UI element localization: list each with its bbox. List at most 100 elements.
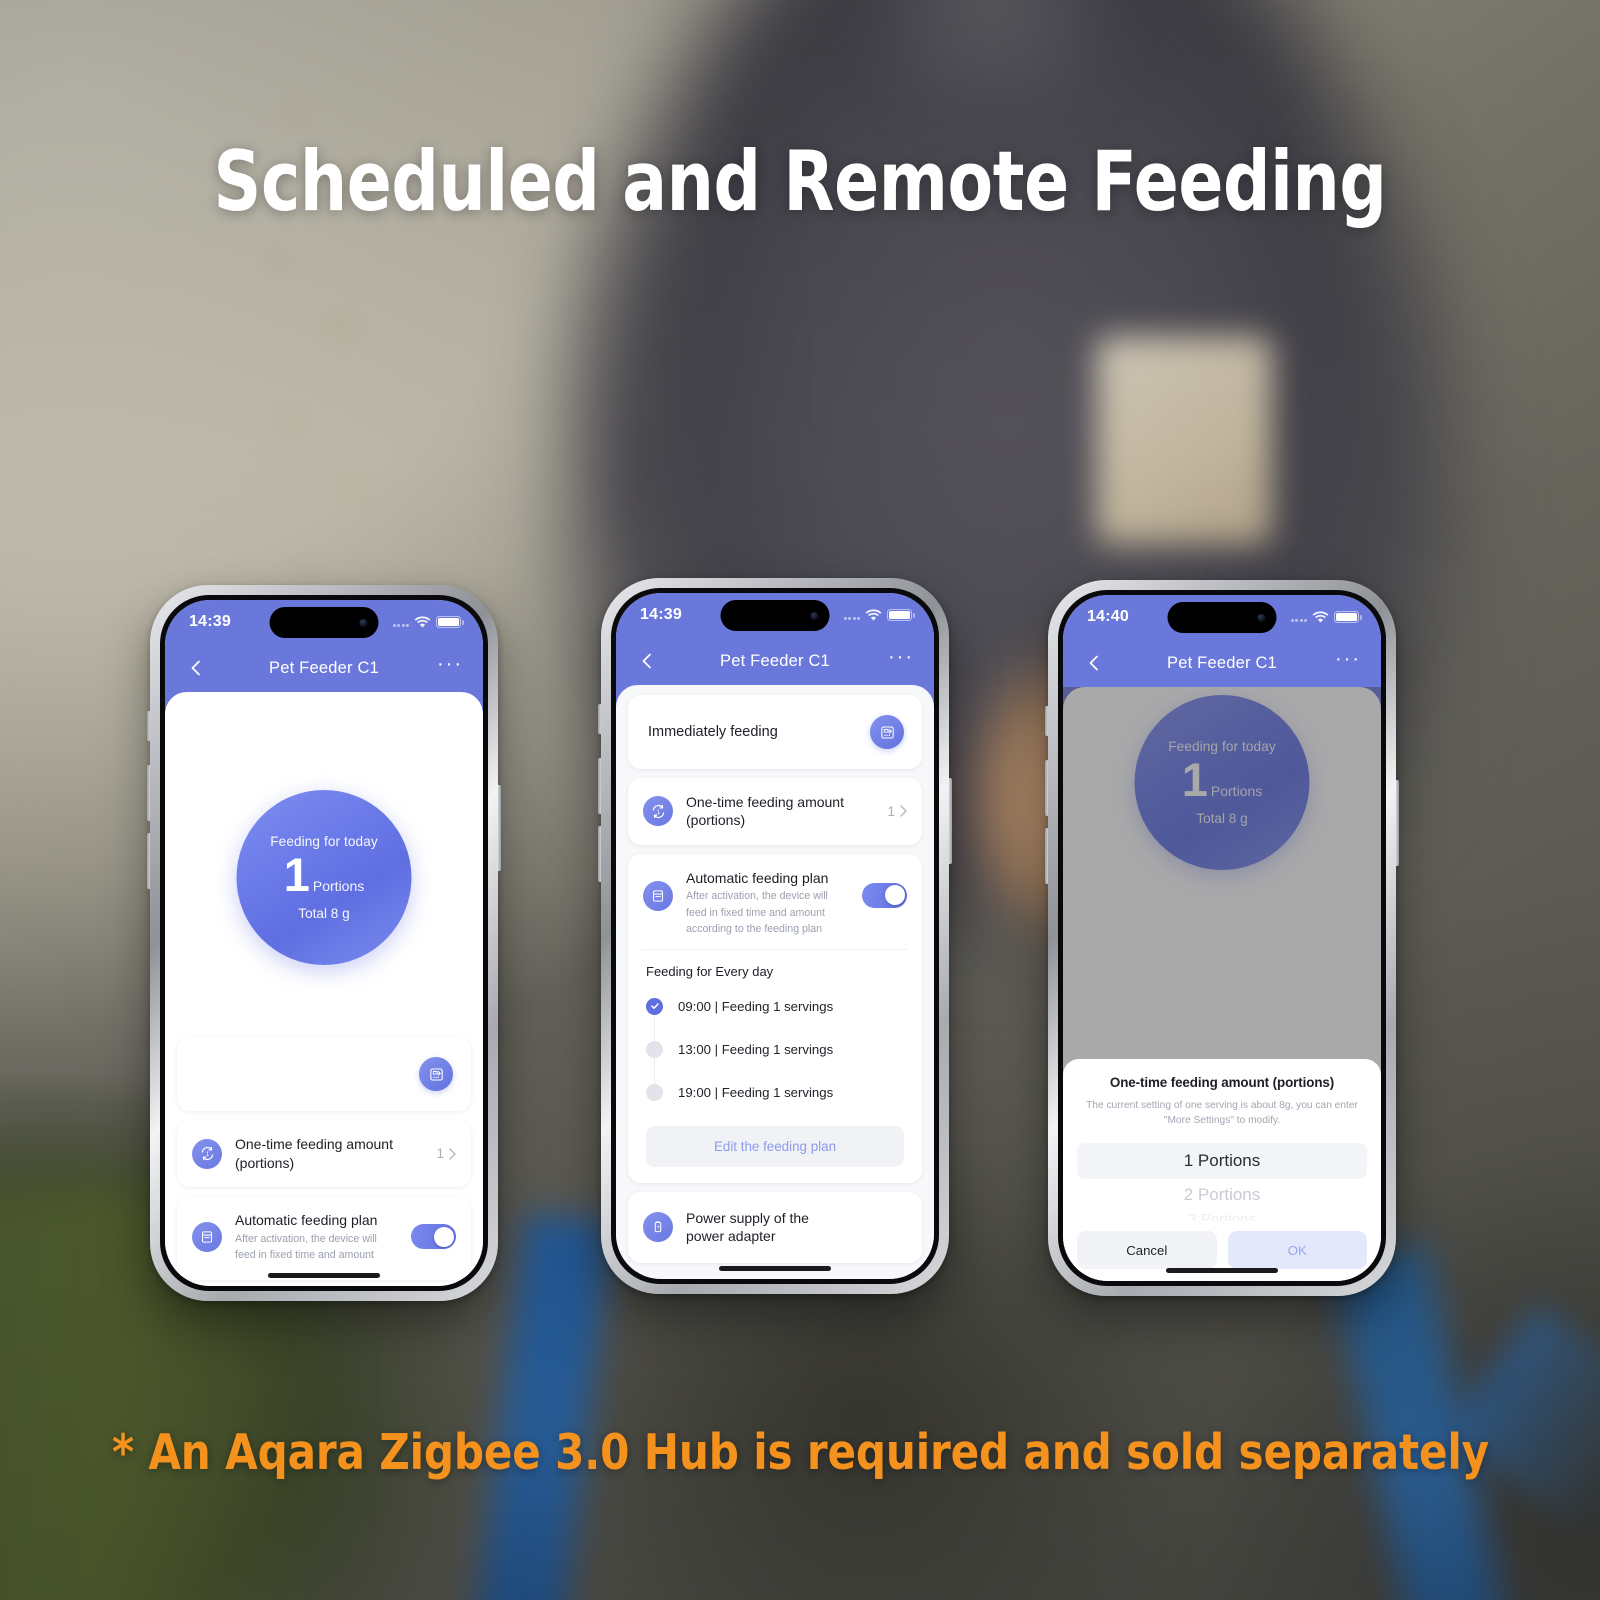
battery-bolt-icon <box>643 1212 673 1243</box>
auto-plan-desc-2: feed in fixed time and amount <box>235 1248 374 1261</box>
home-indicator[interactable] <box>719 1266 831 1271</box>
home-indicator[interactable] <box>1166 1268 1278 1273</box>
phone-1-screen: 14:39 Pet Feeder C1 ··· Feeding for toda… <box>165 600 483 1286</box>
auto-plan-card[interactable]: Automatic feeding plan After activation,… <box>177 1196 471 1280</box>
dialog-title: One-time feeding amount (portions) <box>1109 1075 1335 1091</box>
status-bar: 14:39 <box>165 600 483 644</box>
auto-plan-desc-1: After activation, the device will <box>235 1232 377 1245</box>
one-time-amount-title-2: (portions) <box>235 1154 295 1171</box>
feeding-portions-unit: Portions <box>312 878 365 895</box>
power-button[interactable] <box>498 785 501 871</box>
auto-plan-desc-3: according to the feeding plan <box>686 922 823 935</box>
battery-full-icon <box>436 616 464 628</box>
power-supply-title-2: power adapter <box>686 1228 776 1245</box>
volume-up-button[interactable] <box>1045 760 1048 816</box>
status-bar: 14:39 <box>616 593 934 637</box>
page-title: Pet Feeder C1 <box>269 658 379 677</box>
schedule-item-text: 19:00 | Feeding 1 servings <box>678 1084 834 1100</box>
auto-plan-desc-2: feed in fixed time and amount <box>686 906 825 919</box>
volume-down-button[interactable] <box>1045 828 1048 884</box>
power-supply-card[interactable]: Power supply of the power adapter <box>628 1191 922 1263</box>
portions-picker[interactable]: 1 Portions 2 Portions 3 Portions <box>1077 1143 1367 1221</box>
auto-plan-title: Automatic feeding plan <box>235 1212 378 1229</box>
wifi-icon <box>1312 611 1329 623</box>
svg-text:1: 1 <box>205 1152 209 1158</box>
portions-next-option[interactable]: 2 Portions <box>1077 1179 1367 1211</box>
power-button[interactable] <box>1396 780 1399 866</box>
phone-2-screen: 14:39 Pet Feeder C1 ··· Immediately feed… <box>616 593 934 1279</box>
list-item[interactable]: 13:00 | Feeding 1 servings <box>646 1028 906 1071</box>
volume-down-button[interactable] <box>147 833 150 889</box>
feeder-dispense-icon[interactable] <box>419 1057 453 1092</box>
one-time-amount-card[interactable]: 1 One-time feeding amount (portions) 1 <box>177 1120 471 1188</box>
status-clock: 14:40 <box>1087 608 1129 625</box>
portions-selected-option[interactable]: 1 Portions <box>1077 1143 1367 1179</box>
one-time-amount-value: 1 <box>887 803 895 819</box>
auto-plan-toggle[interactable] <box>862 882 907 908</box>
refresh-one-icon: 1 <box>192 1138 222 1169</box>
nav-bar: Pet Feeder C1 ··· <box>1063 639 1381 687</box>
one-time-amount-card[interactable]: 1 One-time feeding amount (portions) 1 <box>628 778 922 845</box>
mute-switch[interactable] <box>598 704 601 734</box>
battery-full-icon <box>1334 611 1362 623</box>
schedule-item-text: 13:00 | Feeding 1 servings <box>678 1041 834 1057</box>
page-headline: Scheduled and Remote Feeding <box>213 133 1387 230</box>
dynamic-island <box>720 600 830 631</box>
status-clock: 14:39 <box>189 613 231 630</box>
home-indicator[interactable] <box>268 1273 380 1278</box>
feeding-summary-circle: Feeding for today 1 Portions Total 8 g <box>236 790 412 965</box>
wifi-icon <box>414 616 431 628</box>
wifi-icon <box>865 609 882 621</box>
one-time-amount-title: One-time feeding amount <box>235 1136 393 1153</box>
power-button[interactable] <box>949 778 952 864</box>
feeding-summary-label: Feeding for today <box>270 834 378 850</box>
phone-mockup-2: 14:39 Pet Feeder C1 ··· Immediately feed… <box>598 578 952 1294</box>
phone-mockup-1: 14:39 Pet Feeder C1 ··· Feeding for toda… <box>147 585 501 1301</box>
list-item[interactable]: 09:00 | Feeding 1 servings <box>646 985 906 1028</box>
list-item[interactable]: 19:00 | Feeding 1 servings <box>646 1071 906 1114</box>
calendar-plan-icon <box>643 880 673 911</box>
chevron-right-icon <box>449 1147 456 1160</box>
immediate-feeding-card[interactable]: Immediately feeding <box>628 695 922 769</box>
pending-dot-icon <box>646 1040 663 1058</box>
power-supply-title: Power supply of the <box>686 1209 809 1226</box>
immediate-feeding-label: Immediately feeding <box>648 724 778 740</box>
auto-plan-title: Automatic feeding plan <box>686 869 829 886</box>
nav-bar: Pet Feeder C1 ··· <box>165 644 483 692</box>
status-clock: 14:39 <box>640 606 682 623</box>
page-title: Pet Feeder C1 <box>1167 653 1277 672</box>
cancel-button[interactable]: Cancel <box>1077 1231 1217 1269</box>
schedule-list: 09:00 | Feeding 1 servings 13:00 | Feedi… <box>644 985 906 1114</box>
schedule-heading: Feeding for Every day <box>646 963 774 979</box>
mute-switch[interactable] <box>1045 706 1048 736</box>
signal-dots-icon <box>1290 613 1307 622</box>
feeding-portions-value: 1 <box>283 848 310 902</box>
auto-plan-toggle[interactable] <box>411 1224 456 1250</box>
mute-switch[interactable] <box>147 711 150 741</box>
svg-text:1: 1 <box>656 810 660 816</box>
feeding-summary-section: Feeding for today 1 Portions Total 8 g <box>165 692 483 1037</box>
feeder-dispense-icon[interactable] <box>870 715 904 749</box>
volume-up-button[interactable] <box>147 765 150 821</box>
front-camera-icon <box>810 611 819 620</box>
refresh-one-icon: 1 <box>643 796 673 827</box>
dynamic-island <box>1167 602 1277 633</box>
portions-ghost-option[interactable]: 3 Portions <box>1077 1211 1367 1222</box>
schedule-item-text: 09:00 | Feeding 1 servings <box>678 998 834 1014</box>
phone-mockup-3: 14:40 Pet Feeder C1 ··· Feeding for toda… <box>1045 580 1399 1296</box>
auto-plan-card[interactable]: Automatic feeding plan After activation,… <box>628 853 922 1183</box>
edit-feeding-plan-button[interactable]: Edit the feeding plan <box>646 1125 904 1167</box>
volume-down-button[interactable] <box>598 826 601 882</box>
immediate-feeding-card[interactable] <box>177 1037 471 1112</box>
front-camera-icon <box>359 618 368 627</box>
chevron-right-icon <box>900 805 907 818</box>
ok-button[interactable]: OK <box>1227 1231 1367 1269</box>
one-time-amount-dialog: One-time feeding amount (portions) The c… <box>1063 1059 1381 1281</box>
calendar-plan-icon <box>192 1221 222 1252</box>
feeding-total-weight: Total 8 g <box>298 905 350 921</box>
one-time-amount-value: 1 <box>436 1146 444 1162</box>
feeding-schedule-section: Feeding for Every day 09:00 | Feeding 1 … <box>628 950 922 1183</box>
dialog-description: The current setting of one serving is ab… <box>1086 1100 1358 1127</box>
page-title: Pet Feeder C1 <box>720 651 830 670</box>
volume-up-button[interactable] <box>598 758 601 814</box>
